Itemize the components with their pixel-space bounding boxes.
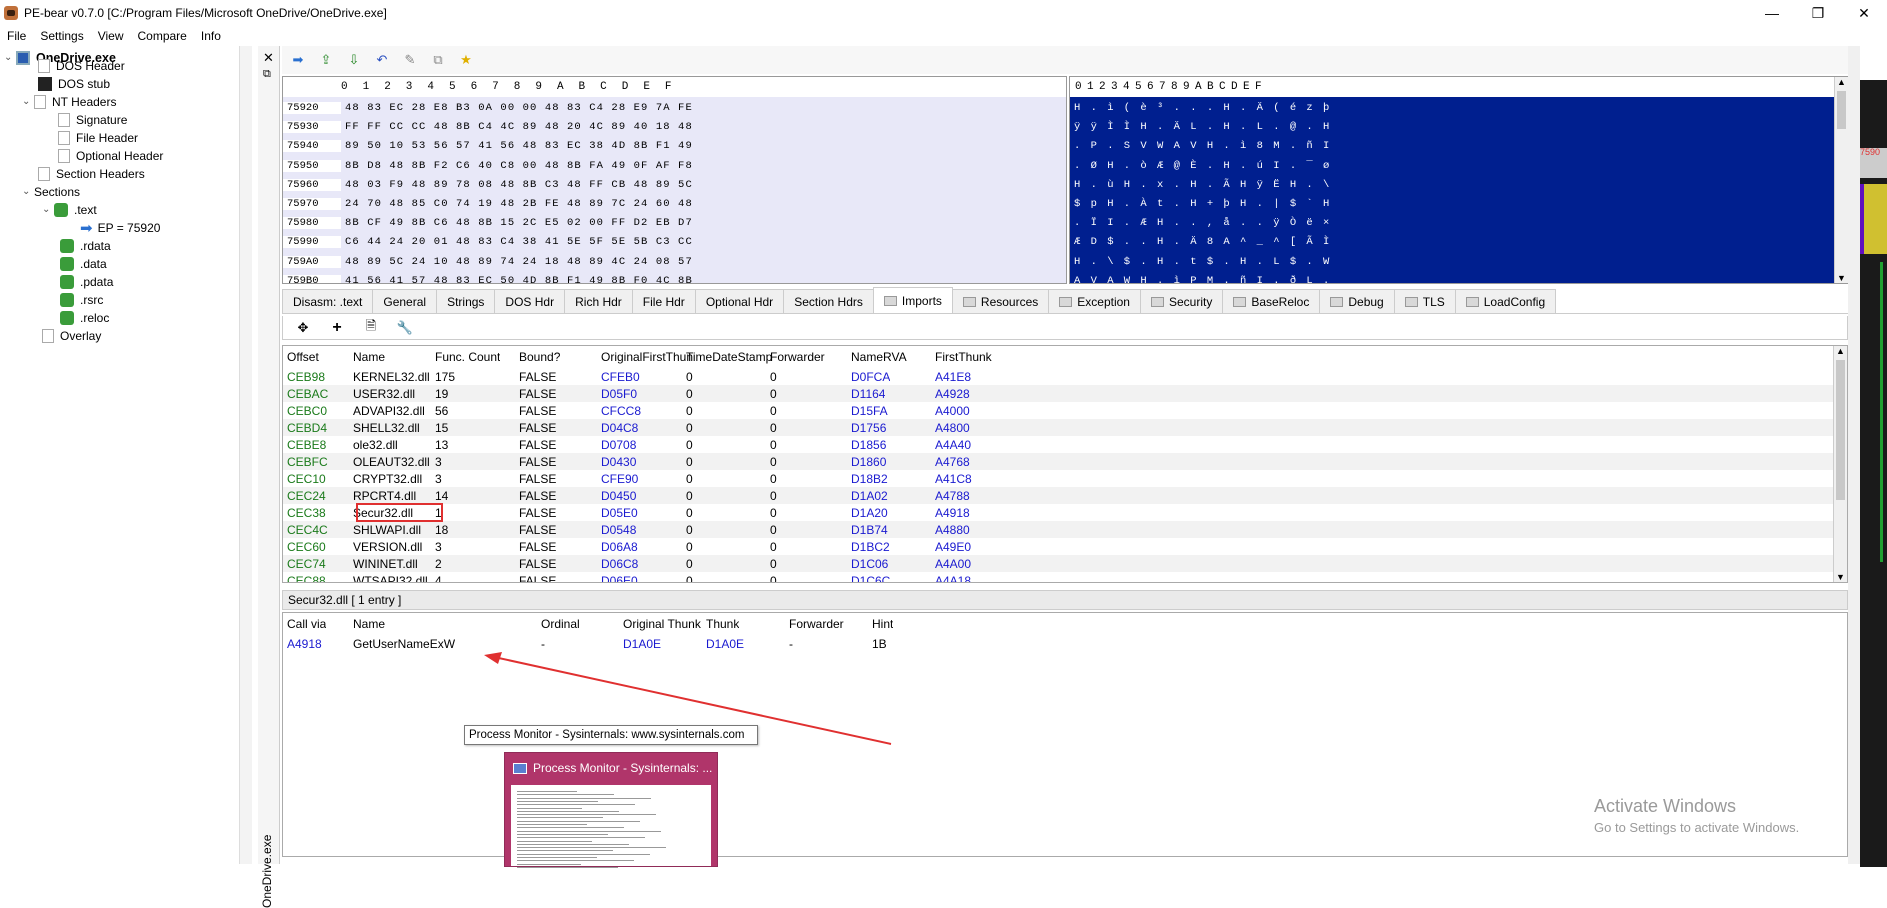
preview-line <box>517 804 635 806</box>
preview-line <box>517 843 629 845</box>
preview-line <box>517 817 603 819</box>
activation-watermark: Activate Windows Go to Settings to activ… <box>1594 796 1800 835</box>
preview-thumbnail <box>511 785 711 868</box>
preview-line <box>517 837 645 839</box>
preview-line <box>517 853 650 855</box>
preview-line <box>517 814 656 816</box>
preview-line <box>517 830 661 832</box>
preview-line <box>517 797 651 799</box>
preview-line <box>517 807 582 809</box>
taskbar-preview[interactable]: Process Monitor - Sysinternals: ... <box>504 752 718 868</box>
window-edge <box>1848 46 1860 864</box>
preview-title: Process Monitor - Sysinternals: ... <box>533 761 713 775</box>
preview-line <box>517 827 624 829</box>
preview-line <box>517 840 592 842</box>
preview-line <box>517 820 640 822</box>
preview-line <box>517 860 634 862</box>
annotation-arrow <box>484 652 892 745</box>
preview-line <box>517 800 598 802</box>
taskbar-tooltip: Process Monitor - Sysinternals: www.sysi… <box>464 725 758 745</box>
preview-line <box>517 810 619 812</box>
preview-line <box>517 824 587 825</box>
preview-line <box>517 791 577 792</box>
process-monitor-icon <box>513 762 527 774</box>
background-window: 7590 <box>1860 72 1887 867</box>
preview-line <box>517 863 581 865</box>
preview-line <box>517 847 666 849</box>
preview-line <box>517 794 614 796</box>
preview-line <box>517 866 618 868</box>
preview-line <box>517 857 597 858</box>
preview-line <box>517 850 613 852</box>
preview-line <box>517 833 608 835</box>
